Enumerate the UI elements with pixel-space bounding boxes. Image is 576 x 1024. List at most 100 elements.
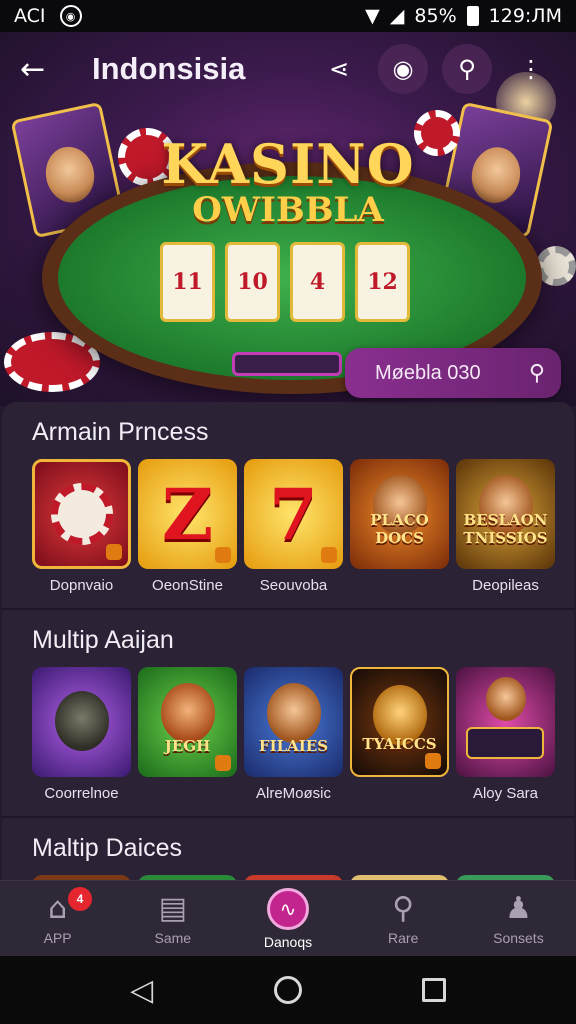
tile-title: PLACO DOCS — [370, 511, 429, 547]
monkey-icon — [160, 683, 215, 743]
credit-display — [232, 352, 342, 376]
section-title: Multip Aaijan — [32, 626, 174, 654]
reel-1: 11 — [160, 242, 215, 322]
tile-label: OeonStine — [152, 577, 223, 594]
clock: 129:ЛМ — [488, 5, 562, 27]
section-multip-aaijan: Multip Aaijan JEGH FILAIES TYAICCS Coorr… — [2, 610, 574, 818]
nav-danoqs[interactable]: ∿ Danoqs — [230, 881, 345, 956]
badge-icon — [215, 755, 231, 771]
game-tile-seven[interactable]: 7 — [244, 459, 343, 569]
hero-search-button[interactable]: Møebla 030 ⚲ — [345, 348, 561, 398]
carrier-text: ACI — [14, 5, 46, 27]
game-tile-gold[interactable]: TYAICCS — [350, 667, 449, 777]
tile-title: JEGH — [164, 737, 211, 755]
nav-label: Same — [154, 930, 192, 946]
nav-sonsets[interactable]: ♟ Sonsets — [461, 881, 576, 956]
badge-icon — [425, 753, 441, 769]
wifi-icon: ▼ — [365, 5, 380, 27]
reel-3: 4 — [290, 242, 345, 322]
battery-percent: 85% — [414, 5, 457, 27]
game-tile-cowboy[interactable]: FILAIES — [244, 667, 343, 777]
casino-logo: KASINO OWIBBLA — [0, 132, 576, 230]
tile-label: Coorrelnoe — [44, 785, 119, 802]
tile-title: BESLAON TNISSIOS — [463, 511, 548, 547]
search-icon: ⚲ — [528, 360, 545, 386]
tile-symbol: Z — [161, 472, 214, 556]
notification-badge: 4 — [68, 887, 92, 911]
tile-labels: Coorrelnoe AlreMoøsic Aloy Sara — [32, 785, 574, 802]
game-tile-slots[interactable] — [456, 667, 555, 777]
store-icon: ▤ — [158, 891, 187, 926]
tile-label — [350, 785, 449, 802]
game-tile-monkey[interactable]: JEGH — [138, 667, 237, 777]
tile-label — [350, 577, 449, 594]
game-tile-row: Z 7 PLACO DOCS BESLAON TNISSIOS — [32, 459, 574, 569]
cowboy-face-icon — [266, 683, 321, 743]
game-tile-beslaon[interactable]: BESLAON TNISSIOS — [456, 459, 555, 569]
tile-label — [138, 785, 237, 802]
signal-icon: ◢ — [389, 5, 405, 27]
section-title: Maltip Daices — [32, 834, 183, 862]
chat-search-icon[interactable]: ◉ — [378, 44, 428, 94]
tile-labels: Dopnvaio OeonStine Seouvoba Deopileas — [32, 577, 574, 594]
system-navigation: ◁ — [0, 956, 576, 1024]
chip-icon — [536, 246, 576, 286]
section-armain-prncess: Armain Prncess Z 7 PLACO DOCS BESLAON TN… — [2, 402, 574, 610]
game-tile-chips[interactable] — [32, 459, 131, 569]
badge-icon — [321, 547, 337, 563]
search-icon: ⚲ — [392, 891, 415, 926]
app-bar: ← Indonsisia ⋖ ◉ ⚲ ⋮ — [0, 32, 576, 106]
monster-icon — [54, 691, 109, 751]
profile-icon: ♟ — [504, 891, 532, 926]
badge-icon — [215, 547, 231, 563]
nav-rare[interactable]: ⚲ Rare — [346, 881, 461, 956]
dealer-face-icon — [485, 677, 526, 721]
bottom-navigation: ⌂ APP 4 ▤ Same ∿ Danoqs ⚲ Rare ♟ Sonsets — [0, 880, 576, 956]
tile-title: TYAICCS — [362, 735, 437, 753]
tile-symbol: 7 — [269, 472, 318, 556]
tile-title: FILAIES — [258, 737, 329, 755]
nav-same[interactable]: ▤ Same — [115, 881, 230, 956]
game-tile-seven-z[interactable]: Z — [138, 459, 237, 569]
nav-label: APP — [43, 930, 72, 946]
app-bar-actions: ⋖ ◉ ⚲ ⋮ — [314, 44, 556, 94]
game-tile-row: JEGH FILAIES TYAICCS — [32, 667, 574, 777]
slot-reels: 11 10 4 12 — [160, 242, 410, 322]
badge-icon — [106, 544, 122, 560]
search-icon[interactable]: ⚲ — [442, 44, 492, 94]
game-tile-monster[interactable] — [32, 667, 131, 777]
tile-label: Dopnvaio — [49, 577, 114, 594]
casino-app-screen: ACI ◉ ▼ ◢ 85% 129:ЛМ ← Indonsisia ⋖ ◉ ⚲ … — [0, 0, 576, 1024]
home-icon: ⌂ — [48, 891, 68, 926]
tile-label: Seouvoba — [259, 577, 328, 594]
page-title: Indonsisia — [92, 51, 246, 86]
share-icon[interactable]: ⋖ — [314, 44, 364, 94]
hero-banner[interactable]: ← Indonsisia ⋖ ◉ ⚲ ⋮ KASINO OWIBBLA 11 1… — [0, 32, 576, 406]
nav-app[interactable]: ⌂ APP 4 — [0, 881, 115, 956]
section-maltip-daices: Maltip Daices — [2, 818, 574, 880]
notification-icon: ◉ — [59, 5, 82, 27]
game-tile-placo[interactable]: PLACO DOCS — [350, 459, 449, 569]
section-title: Armain Prncess — [32, 418, 209, 446]
slot-machine-icon — [466, 727, 544, 759]
nav-label: Danoqs — [263, 933, 313, 950]
reel-2: 10 — [225, 242, 280, 322]
game-sections[interactable]: Armain Prncess Z 7 PLACO DOCS BESLAON TN… — [2, 402, 574, 880]
chip-icon — [50, 483, 113, 545]
logo-title: KASINO — [161, 132, 415, 196]
back-triangle-icon[interactable]: ◁ — [130, 973, 153, 1008]
nav-label: Rare — [388, 930, 419, 946]
battery-icon — [466, 6, 479, 26]
tile-label: Aloy Sara — [472, 785, 539, 802]
tile-label: AlreMoøsic — [255, 785, 331, 802]
more-vert-icon[interactable]: ⋮ — [506, 44, 556, 94]
heartbeat-icon: ∿ — [267, 887, 309, 930]
logo-subtitle: OWIBBLA — [192, 190, 384, 230]
back-arrow-icon[interactable]: ← — [20, 52, 60, 87]
tile-label: Deopileas — [472, 577, 539, 594]
home-circle-icon[interactable] — [273, 976, 302, 1004]
reel-4: 12 — [355, 242, 410, 322]
recents-square-icon[interactable] — [421, 978, 446, 1002]
nav-label: Sonsets — [493, 930, 544, 946]
hero-search-label: Møebla 030 — [375, 361, 481, 384]
